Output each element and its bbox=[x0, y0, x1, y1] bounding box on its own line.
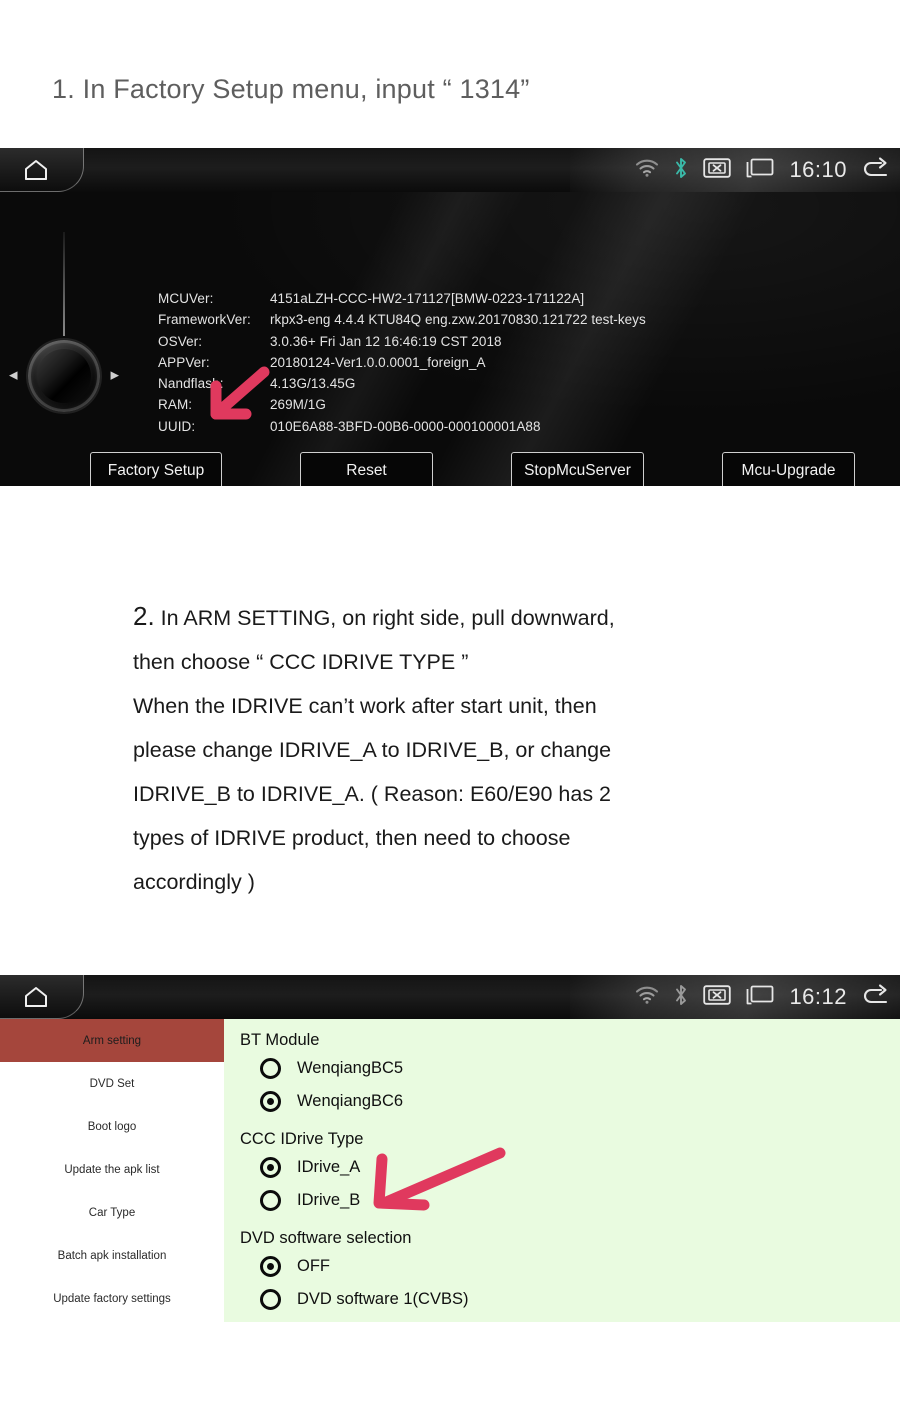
display-icon[interactable] bbox=[746, 984, 774, 1011]
group-title-dvd-software-selection: DVD software selection bbox=[240, 1229, 412, 1247]
bluetooth-icon bbox=[674, 983, 688, 1012]
knob-left-chevron-icon[interactable]: ◂ bbox=[9, 366, 18, 383]
knob-inner bbox=[37, 349, 91, 403]
radio-icon[interactable] bbox=[260, 1289, 281, 1310]
step-2-line: then choose “ CCC IDRIVE TYPE ” bbox=[133, 650, 469, 674]
back-arrow-icon[interactable] bbox=[862, 983, 890, 1012]
sidebar-item-arm-setting[interactable]: Arm setting bbox=[0, 1019, 224, 1062]
clock: 16:10 bbox=[789, 157, 847, 182]
annotation-arrow-idrive-a bbox=[368, 1145, 508, 1222]
info-value: 4151aLZH-CCC-HW2-171127[BMW-0223-171122A… bbox=[270, 291, 585, 306]
radio-option-idrive-a[interactable]: IDrive_A bbox=[238, 1151, 900, 1184]
home-icon bbox=[23, 986, 49, 1008]
radio-label: WenqiangBC6 bbox=[297, 1092, 404, 1110]
radio-label: OFF bbox=[297, 1257, 330, 1275]
settings-sidebar: Arm setting DVD Set Boot logo Update the… bbox=[0, 1019, 224, 1322]
radio-option-dvd-software-1-cvbs[interactable]: DVD software 1(CVBS) bbox=[238, 1283, 900, 1316]
radio-icon-selected[interactable] bbox=[260, 1157, 281, 1178]
sidebar-item-dvd-set[interactable]: DVD Set bbox=[0, 1062, 224, 1105]
step-1-heading: 1. In Factory Setup menu, input “ 1314” bbox=[52, 74, 530, 104]
mcu-upgrade-button[interactable]: Mcu-Upgrade bbox=[722, 452, 855, 486]
info-value: 3.0.36+ Fri Jan 12 16:46:19 CST 2018 bbox=[270, 333, 502, 349]
step-2-number: 2. bbox=[133, 601, 155, 631]
group-title-bt-module: BT Module bbox=[240, 1031, 320, 1049]
clock: 16:12 bbox=[789, 984, 847, 1009]
step-2-line: please change IDRIVE_A to IDRIVE_B, or c… bbox=[133, 738, 612, 762]
document-page: 1. In Factory Setup menu, input “ 1314” bbox=[0, 0, 900, 1406]
radio-icon[interactable] bbox=[260, 1190, 281, 1211]
device2-status-bar: 16:12 bbox=[0, 975, 900, 1019]
radio-icon-selected[interactable] bbox=[260, 1256, 281, 1277]
home-icon bbox=[23, 159, 49, 181]
arm-setting-panel: BT Module WenqiangBC5 WenqiangBC6 CCC ID… bbox=[224, 1019, 900, 1322]
home-button[interactable] bbox=[0, 148, 84, 192]
radio-icon-selected[interactable] bbox=[260, 1091, 281, 1112]
device1-button-row: Factory Setup Reset StopMcuServer Mcu-Up… bbox=[0, 452, 900, 486]
mute-x-icon[interactable] bbox=[703, 157, 732, 184]
step-2-line: When the IDRIVE can’t work after start u… bbox=[133, 694, 597, 718]
knob-right-chevron-icon[interactable]: ▸ bbox=[110, 366, 119, 383]
stop-mcu-server-button[interactable]: StopMcuServer bbox=[511, 452, 644, 486]
info-key: FrameworkVer: bbox=[158, 312, 251, 328]
knob-stem bbox=[63, 232, 65, 336]
display-icon[interactable] bbox=[746, 157, 774, 184]
radio-label: IDrive_B bbox=[297, 1191, 361, 1209]
sidebar-item-update-factory-settings[interactable]: Update factory settings bbox=[0, 1277, 224, 1320]
group-title-ccc-idrive-type: CCC IDrive Type bbox=[240, 1130, 364, 1148]
info-key: OSVer: bbox=[158, 333, 203, 349]
device-screenshot-factory-info: 16:10 ◂ ▸ MCUVer: 4151aLZH-CCC-HW2-17112… bbox=[0, 148, 900, 486]
step-2-paragraph: 2. In ARM SETTING, on right side, pull d… bbox=[133, 594, 773, 904]
mute-x-icon[interactable] bbox=[703, 984, 732, 1011]
step-2-line: types of IDRIVE product, then need to ch… bbox=[133, 826, 571, 850]
device1-status-bar: 16:10 bbox=[0, 148, 900, 192]
step-2-line-text: In ARM SETTING, on right side, pull down… bbox=[154, 606, 615, 630]
factory-setup-button[interactable]: Factory Setup bbox=[90, 452, 222, 486]
annotation-arrow-factory-setup bbox=[196, 366, 316, 433]
device1-content: ◂ ▸ MCUVer: 4151aLZH-CCC-HW2-171127[BMW-… bbox=[0, 192, 900, 486]
info-row: FrameworkVer: rkpx3-eng 4.4.4 KTU84Q eng… bbox=[158, 309, 646, 330]
radio-label: IDrive_A bbox=[297, 1158, 361, 1176]
radio-icon[interactable] bbox=[260, 1058, 281, 1079]
info-row: MCUVer: 4151aLZH-CCC-HW2-171127[BMW-0223… bbox=[158, 288, 646, 309]
sidebar-item-boot-logo[interactable]: Boot logo bbox=[0, 1105, 224, 1148]
wifi-icon bbox=[635, 985, 659, 1009]
radio-option-off[interactable]: OFF bbox=[238, 1250, 900, 1283]
radio-label: WenqiangBC5 bbox=[297, 1059, 404, 1077]
step-2-line: 2. In ARM SETTING, on right side, pull d… bbox=[133, 594, 773, 640]
device1-status-icons: 16:10 bbox=[635, 148, 890, 192]
sidebar-item-update-apk-list[interactable]: Update the apk list bbox=[0, 1148, 224, 1191]
info-value: rkpx3-eng 4.4.4 KTU84Q eng.zxw.20170830.… bbox=[270, 312, 646, 328]
radio-option-wenqiangbc5[interactable]: WenqiangBC5 bbox=[238, 1052, 900, 1085]
rotary-knob-control[interactable]: ◂ ▸ bbox=[6, 232, 122, 412]
step-2-line: accordingly ) bbox=[133, 870, 255, 894]
sidebar-item-batch-apk-installation[interactable]: Batch apk installation bbox=[0, 1234, 224, 1277]
home-button[interactable] bbox=[0, 975, 84, 1019]
device2-status-icons: 16:12 bbox=[635, 975, 890, 1019]
sidebar-item-car-type[interactable]: Car Type bbox=[0, 1191, 224, 1234]
knob-icon[interactable] bbox=[28, 340, 100, 412]
radio-label: DVD software 1(CVBS) bbox=[297, 1290, 469, 1308]
radio-option-idrive-b[interactable]: IDrive_B bbox=[238, 1184, 900, 1217]
back-arrow-icon[interactable] bbox=[862, 156, 890, 185]
info-row: OSVer: 3.0.36+ Fri Jan 12 16:46:19 CST 2… bbox=[158, 331, 646, 352]
reset-button[interactable]: Reset bbox=[300, 452, 433, 486]
wifi-icon bbox=[635, 158, 659, 182]
bluetooth-icon bbox=[674, 156, 688, 185]
radio-option-wenqiangbc6[interactable]: WenqiangBC6 bbox=[238, 1085, 900, 1118]
info-key: MCUVer: bbox=[158, 291, 214, 306]
step-2-line: IDRIVE_B to IDRIVE_A. ( Reason: E60/E90 … bbox=[133, 782, 612, 806]
